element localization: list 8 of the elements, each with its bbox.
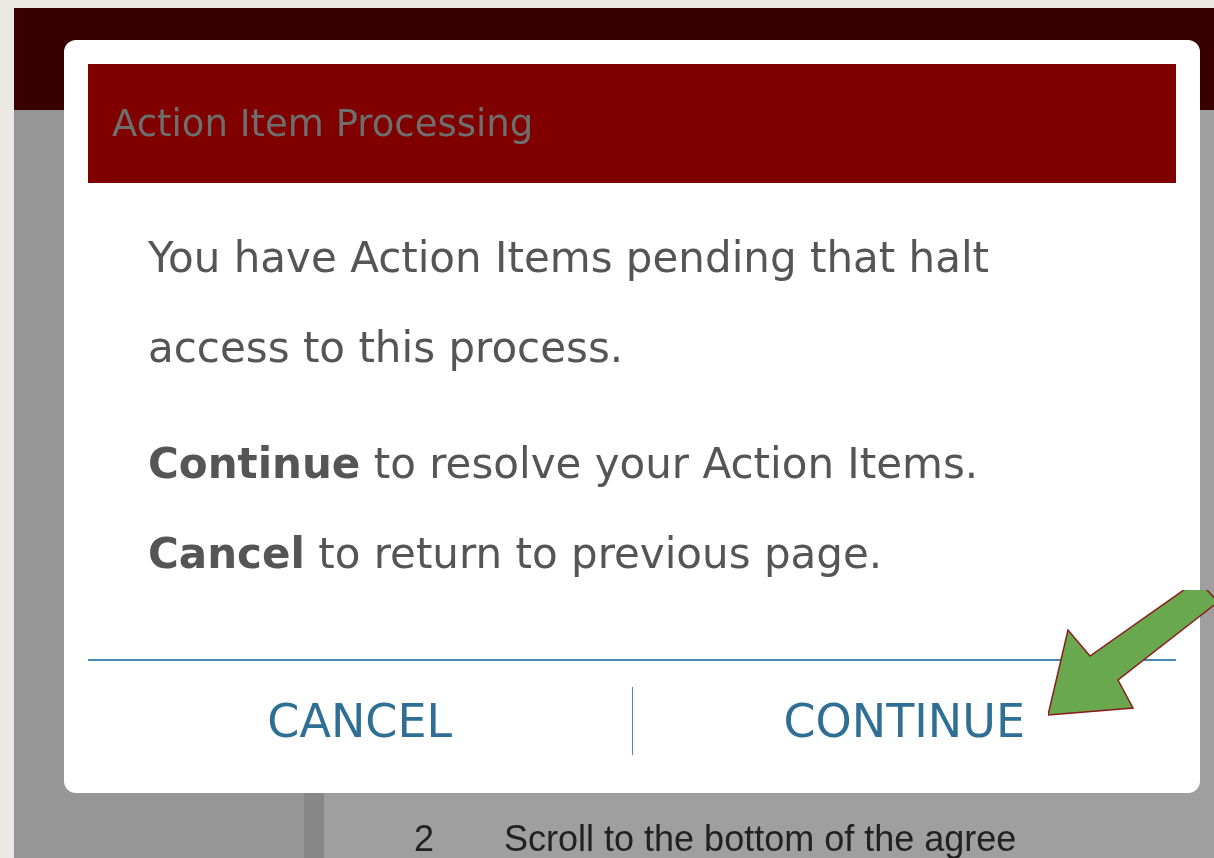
list-number: 2: [414, 818, 435, 858]
instruction-text: Continue to resolve your Action Items.: [148, 438, 980, 490]
dialog-title: Action Item Processing: [112, 102, 534, 145]
cancel-button[interactable]: CANCEL: [88, 688, 632, 754]
continue-button[interactable]: CONTINUE: [632, 688, 1176, 754]
instruction-text: Cancel to return to previous page.: [148, 528, 884, 580]
dialog-message: You have Action Items pending that halt access to this process.: [148, 232, 991, 374]
list-item-text: Scroll to the bottom of the agree: [504, 818, 1017, 858]
